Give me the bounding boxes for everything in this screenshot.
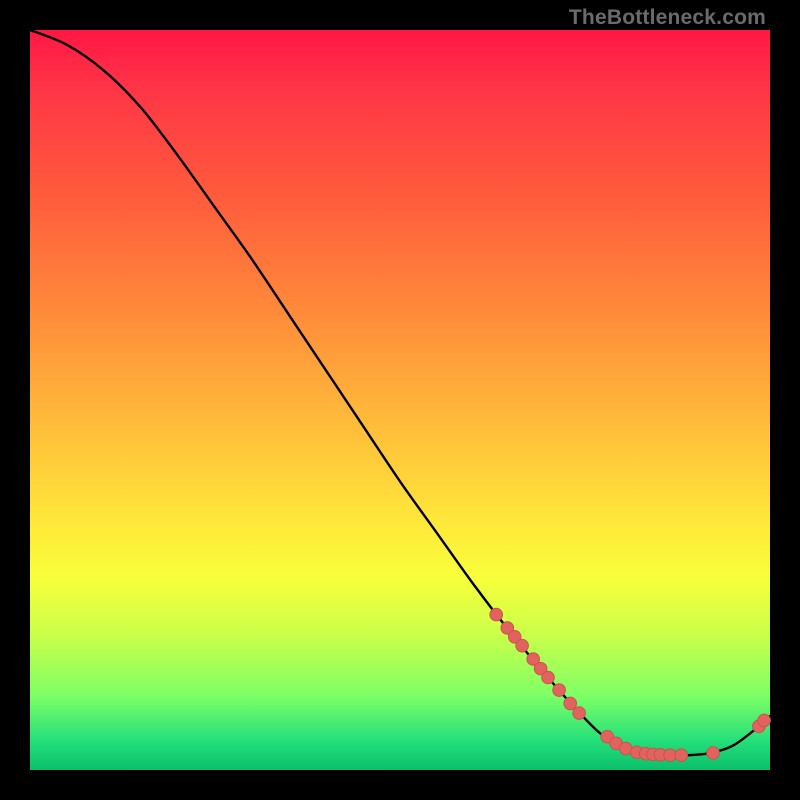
curve-marker [490, 608, 503, 621]
chart-root: TheBottleneck.com [0, 0, 800, 800]
curve-marker [553, 684, 566, 697]
curve-marker [758, 714, 771, 727]
curve-markers [490, 608, 770, 761]
plot-area [30, 30, 770, 770]
curve-marker [707, 747, 720, 760]
curve-marker [675, 749, 688, 762]
curve-marker [564, 697, 577, 710]
curve-marker [573, 707, 586, 720]
curve-layer [30, 30, 770, 770]
curve-marker [516, 639, 529, 652]
watermark-text: TheBottleneck.com [569, 6, 766, 30]
curve-marker [542, 671, 555, 684]
bottleneck-curve [30, 30, 770, 755]
